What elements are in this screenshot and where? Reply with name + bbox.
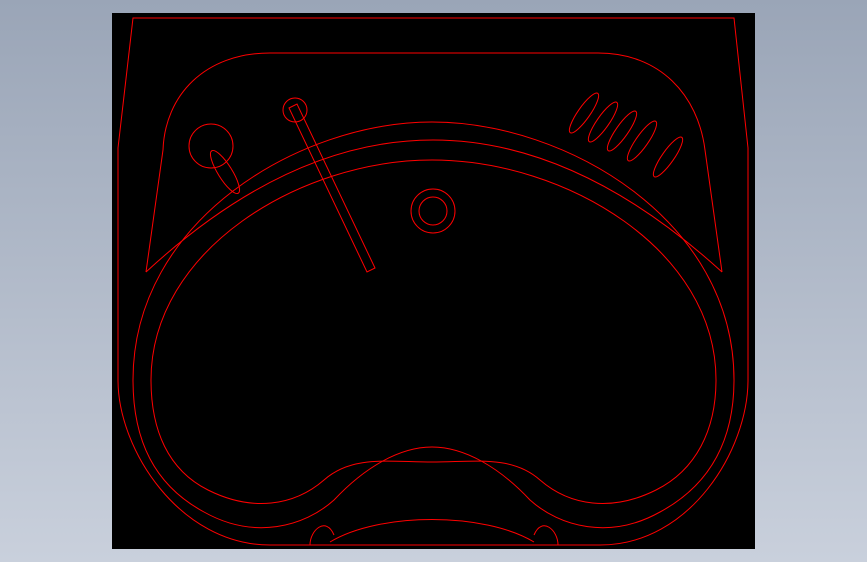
front-lip <box>329 519 535 543</box>
basin-outer <box>132 121 735 529</box>
vent-slot-2 <box>587 101 619 143</box>
drain-inner <box>418 196 448 226</box>
vent-slot-5 <box>652 136 684 178</box>
deck-outline <box>145 52 723 273</box>
basin-inner <box>150 159 717 504</box>
outer-outline <box>117 17 749 546</box>
sink-drawing <box>117 17 749 546</box>
vent-slot-1 <box>568 92 600 134</box>
lip-corner-right <box>533 525 559 546</box>
drain-outer <box>410 188 456 234</box>
vent-slot-4 <box>626 120 658 162</box>
tap-slot <box>209 149 241 195</box>
vent-slot-3 <box>606 110 638 152</box>
